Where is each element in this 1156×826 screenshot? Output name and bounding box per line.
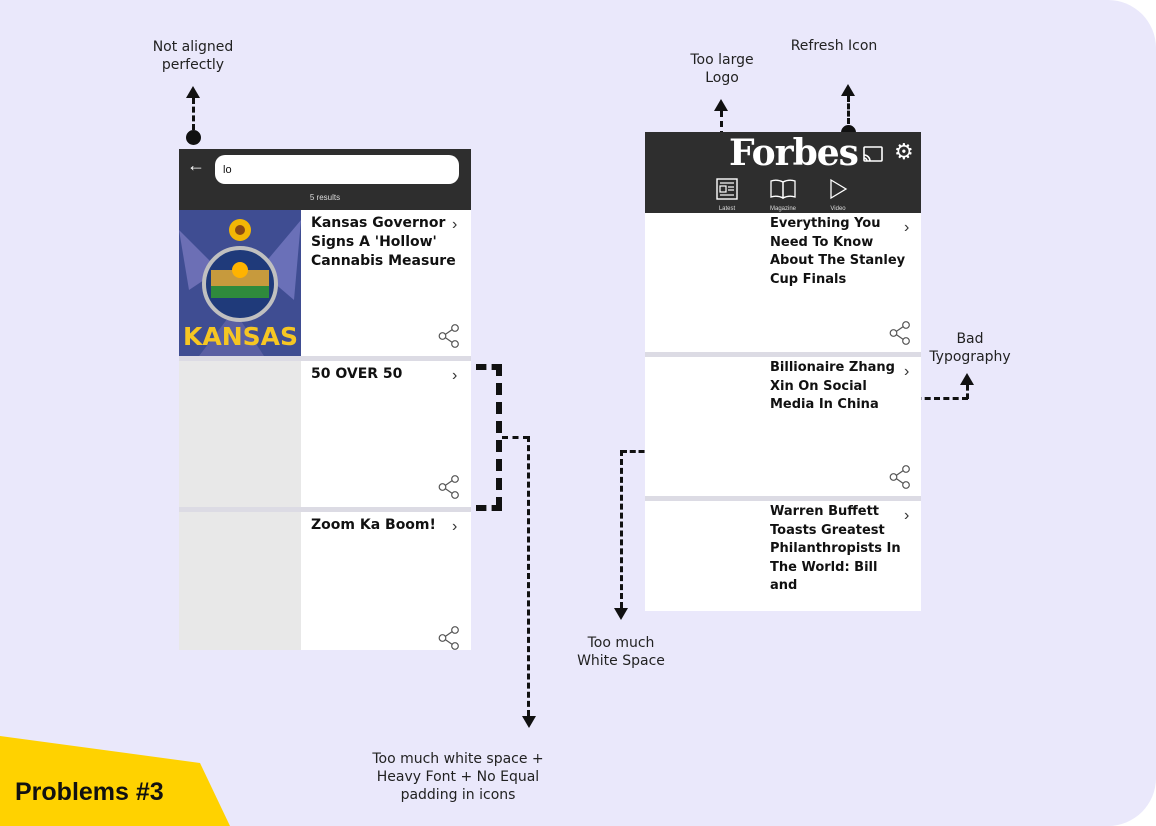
chevron-right-icon[interactable]: › [452, 367, 457, 385]
chevron-right-icon[interactable]: › [452, 518, 457, 536]
forbes-logo: Forbes [729, 132, 859, 174]
dash-not-aligned [192, 98, 195, 130]
bracket-heavy-font-bottom [476, 505, 502, 511]
play-icon [830, 178, 848, 200]
nav-magazine[interactable]: Magazine [763, 178, 803, 212]
newspaper-icon [716, 178, 738, 200]
nav-video-label: Video [830, 206, 846, 212]
note-too-large-logo: Too large Logo [690, 52, 754, 86]
note-not-aligned: Not aligned perfectly [152, 39, 234, 73]
share-icon[interactable] [889, 321, 911, 345]
dash-white-space-v [620, 450, 623, 608]
nav-latest[interactable]: Latest [707, 178, 747, 212]
arrow-typography [960, 373, 974, 385]
cast-icon[interactable] [863, 146, 883, 162]
refresh-icon[interactable]: C [842, 142, 854, 162]
article-title[interactable]: Warren Buffett Toasts Greatest Philanthr… [770, 503, 908, 596]
article-card[interactable]: Warren Buffett Toasts Greatest Philanthr… [645, 501, 921, 611]
share-icon[interactable] [889, 465, 911, 489]
article-card[interactable]: KANSAS Kansas Governor Signs A 'Hollow' … [179, 210, 471, 356]
arrow-refresh [841, 84, 855, 96]
kansas-flag-image: KANSAS [179, 210, 301, 356]
share-icon[interactable] [438, 475, 460, 499]
article-card[interactable]: 50 OVER 50 › [179, 361, 471, 507]
forbes-header: Forbes C ⚙ Latest Magazine Video [645, 132, 921, 213]
dot-not-aligned [186, 130, 201, 145]
placeholder-image [179, 512, 301, 650]
chevron-right-icon[interactable]: › [904, 363, 909, 381]
note-too-much-white-space: Too much White Space [577, 635, 665, 669]
search-header: ← 5 results [179, 149, 471, 210]
arrow-heavy-font [522, 716, 536, 728]
problems-badge-label: Problems #3 [15, 778, 164, 806]
arrow-not-aligned [186, 86, 200, 98]
chevron-right-icon[interactable]: › [904, 219, 909, 237]
article-title[interactable]: 50 OVER 50 [311, 365, 456, 384]
share-icon[interactable] [438, 324, 460, 348]
article-title[interactable]: Zoom Ka Boom! [311, 516, 456, 535]
dash-heavy-font-h [502, 436, 529, 439]
chevron-right-icon[interactable]: › [904, 507, 909, 525]
article-title[interactable]: Kansas Governor Signs A 'Hollow' Cannabi… [311, 214, 456, 271]
placeholder-image [179, 361, 301, 507]
note-white-space-heavy-font: Too much white space + Heavy Font + No E… [372, 751, 544, 803]
article-card[interactable]: Everything You Need To Know About The St… [645, 213, 921, 352]
search-results-screen: ← 5 results KANSAS [179, 149, 471, 650]
dash-heavy-font-v [527, 436, 530, 716]
article-title[interactable]: Everything You Need To Know About The St… [770, 215, 908, 289]
article-card[interactable]: Billionaire Zhang Xin On Social Media In… [645, 357, 921, 496]
dash-refresh [847, 96, 850, 124]
note-refresh-icon: Refresh Icon [790, 38, 878, 54]
book-icon [770, 179, 796, 200]
chevron-right-icon[interactable]: › [452, 216, 457, 234]
kansas-flag-label: KANSAS [183, 322, 299, 351]
arrow-logo [714, 99, 728, 111]
nav-latest-label: Latest [718, 206, 736, 212]
canvas-board: Not aligned perfectly Too large Logo Ref… [0, 0, 1156, 826]
note-bad-typography: Bad Typography [929, 331, 1011, 365]
search-input[interactable] [215, 155, 459, 184]
article-card[interactable]: Zoom Ka Boom! › [179, 512, 471, 650]
forbes-feed-screen: Forbes C ⚙ Latest Magazine Video Everyth… [645, 132, 921, 611]
share-icon[interactable] [438, 626, 460, 650]
back-arrow-icon[interactable]: ← [187, 155, 205, 176]
bracket-heavy-font-top [476, 364, 502, 370]
arrow-white-space [614, 608, 628, 620]
nav-video[interactable]: Video [818, 178, 858, 212]
results-count: 5 results [309, 193, 341, 202]
gear-icon[interactable]: ⚙ [894, 139, 914, 165]
nav-magazine-label: Magazine [769, 206, 796, 212]
article-title[interactable]: Billionaire Zhang Xin On Social Media In… [770, 359, 908, 415]
